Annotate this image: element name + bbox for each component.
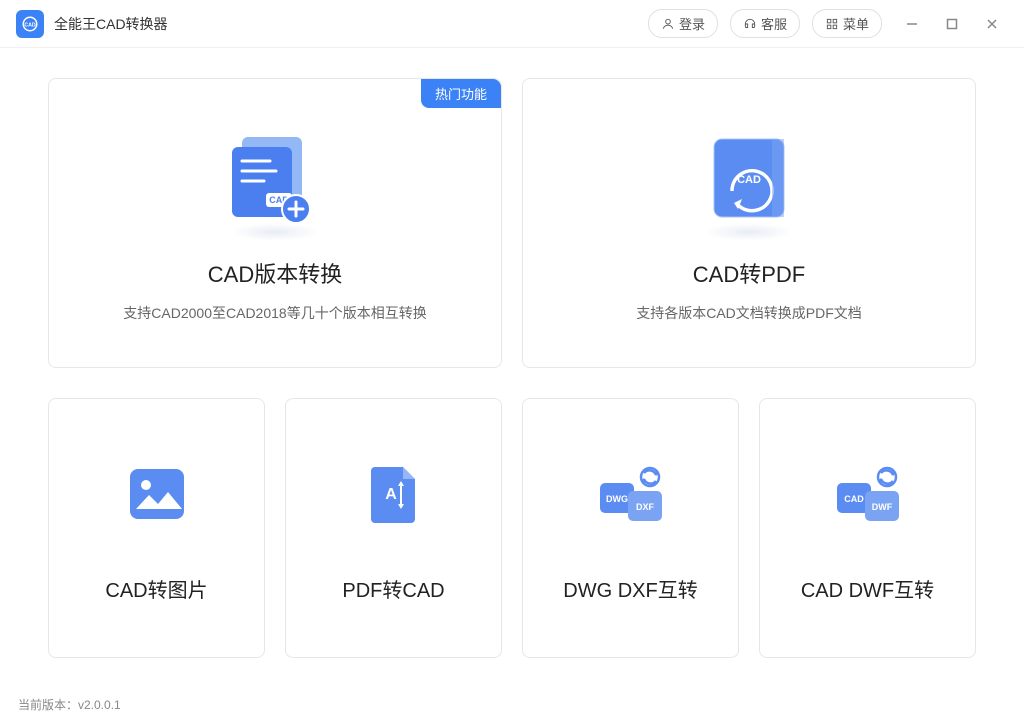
login-label: 登录 [679, 14, 705, 33]
card-title: CAD DWF互转 [801, 574, 934, 603]
card-pdf-to-cad[interactable]: A PDF转CAD [285, 398, 502, 658]
card-desc: 支持各版本CAD文档转换成PDF文档 [636, 303, 862, 323]
hot-badge: 热门功能 [421, 79, 501, 108]
svg-text:CAD: CAD [737, 174, 761, 186]
maximize-button[interactable] [936, 8, 968, 40]
card-title: CAD转PDF [693, 257, 805, 289]
card-desc: 支持CAD2000至CAD2018等几十个版本相互转换 [123, 303, 426, 323]
card-dwg-dxf[interactable]: DWG DXF DWG DXF互转 [522, 398, 739, 658]
close-button[interactable] [976, 8, 1008, 40]
support-button[interactable]: 客服 [730, 9, 800, 38]
menu-button[interactable]: 菜单 [812, 9, 882, 38]
card-title: CAD转图片 [105, 574, 207, 603]
minimize-icon [905, 17, 919, 31]
support-label: 客服 [761, 14, 787, 33]
menu-label: 菜单 [843, 14, 869, 33]
minimize-button[interactable] [896, 8, 928, 40]
svg-text:CAD: CAD [24, 22, 36, 28]
login-button[interactable]: 登录 [648, 9, 718, 38]
card-title: CAD版本转换 [208, 257, 342, 289]
close-icon [985, 17, 999, 31]
svg-text:CAD: CAD [844, 494, 864, 504]
headset-icon [743, 17, 757, 31]
main-content: 热门功能 CAD CAD版本转换 支持CAD2000至CAD2018等几十个 [0, 48, 1024, 658]
app-title: 全能王CAD转换器 [54, 14, 168, 34]
cad-version-icon: CAD [210, 123, 340, 233]
card-cad-to-image[interactable]: CAD转图片 [48, 398, 265, 658]
cad-dwf-icon: CAD DWF [828, 454, 908, 534]
card-title: DWG DXF互转 [563, 574, 697, 603]
svg-text:A: A [385, 486, 397, 503]
image-icon [117, 454, 197, 534]
grid-icon [825, 17, 839, 31]
user-icon [661, 17, 675, 31]
card-cad-to-pdf[interactable]: CAD CAD转PDF 支持各版本CAD文档转换成PDF文档 [522, 78, 976, 368]
svg-text:DWG: DWG [606, 494, 628, 504]
svg-text:DXF: DXF [636, 502, 655, 512]
version-label: 当前版本：v2.0.0.1 [18, 696, 121, 713]
titlebar: CAD 全能王CAD转换器 登录 客服 菜单 [0, 0, 1024, 48]
app-logo-icon: CAD [16, 10, 44, 38]
maximize-icon [945, 17, 959, 31]
pdf-doc-icon: A [354, 454, 434, 534]
dwg-dxf-icon: DWG DXF [591, 454, 671, 534]
card-cad-dwf[interactable]: CAD DWF CAD DWF互转 [759, 398, 976, 658]
cad-to-pdf-icon: CAD [684, 123, 814, 233]
svg-text:DWF: DWF [871, 502, 892, 512]
card-title: PDF转CAD [342, 574, 444, 603]
card-cad-version-convert[interactable]: 热门功能 CAD CAD版本转换 支持CAD2000至CAD2018等几十个 [48, 78, 502, 368]
